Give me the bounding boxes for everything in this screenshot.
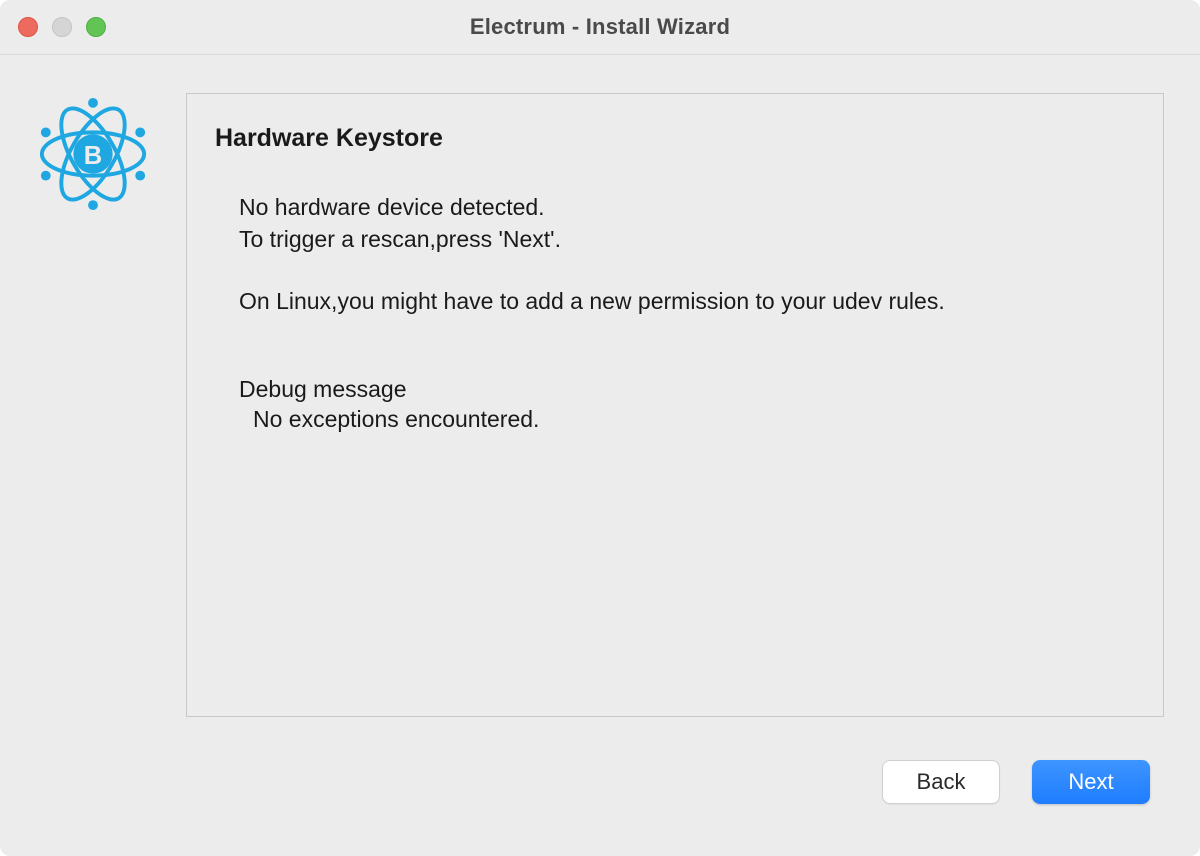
- back-button[interactable]: Back: [882, 760, 1000, 804]
- panel-heading: Hardware Keystore: [215, 124, 1135, 153]
- close-icon[interactable]: [18, 17, 38, 37]
- content-row: B Hardware Keystore No hardware device d…: [0, 55, 1200, 740]
- message-line: To trigger a rescan,press 'Next'.: [215, 223, 1135, 255]
- minimize-icon[interactable]: [52, 17, 72, 37]
- debug-label: Debug message: [215, 376, 1135, 403]
- main-panel: Hardware Keystore No hardware device det…: [186, 93, 1164, 717]
- message-line: No hardware device detected.: [215, 191, 1135, 223]
- message-line: On Linux,you might have to add a new per…: [215, 285, 1135, 317]
- electrum-logo-icon: B: [34, 95, 152, 213]
- titlebar: Electrum - Install Wizard: [0, 0, 1200, 55]
- window-title: Electrum - Install Wizard: [0, 14, 1200, 40]
- window: Electrum - Install Wizard: [0, 0, 1200, 856]
- traffic-lights: [18, 17, 106, 37]
- button-row: Back Next: [0, 740, 1200, 856]
- maximize-icon[interactable]: [86, 17, 106, 37]
- next-button[interactable]: Next: [1032, 760, 1150, 804]
- debug-text: No exceptions encountered.: [215, 403, 1135, 435]
- logo-column: B: [28, 93, 158, 740]
- window-body: B Hardware Keystore No hardware device d…: [0, 55, 1200, 856]
- svg-text:B: B: [84, 142, 102, 170]
